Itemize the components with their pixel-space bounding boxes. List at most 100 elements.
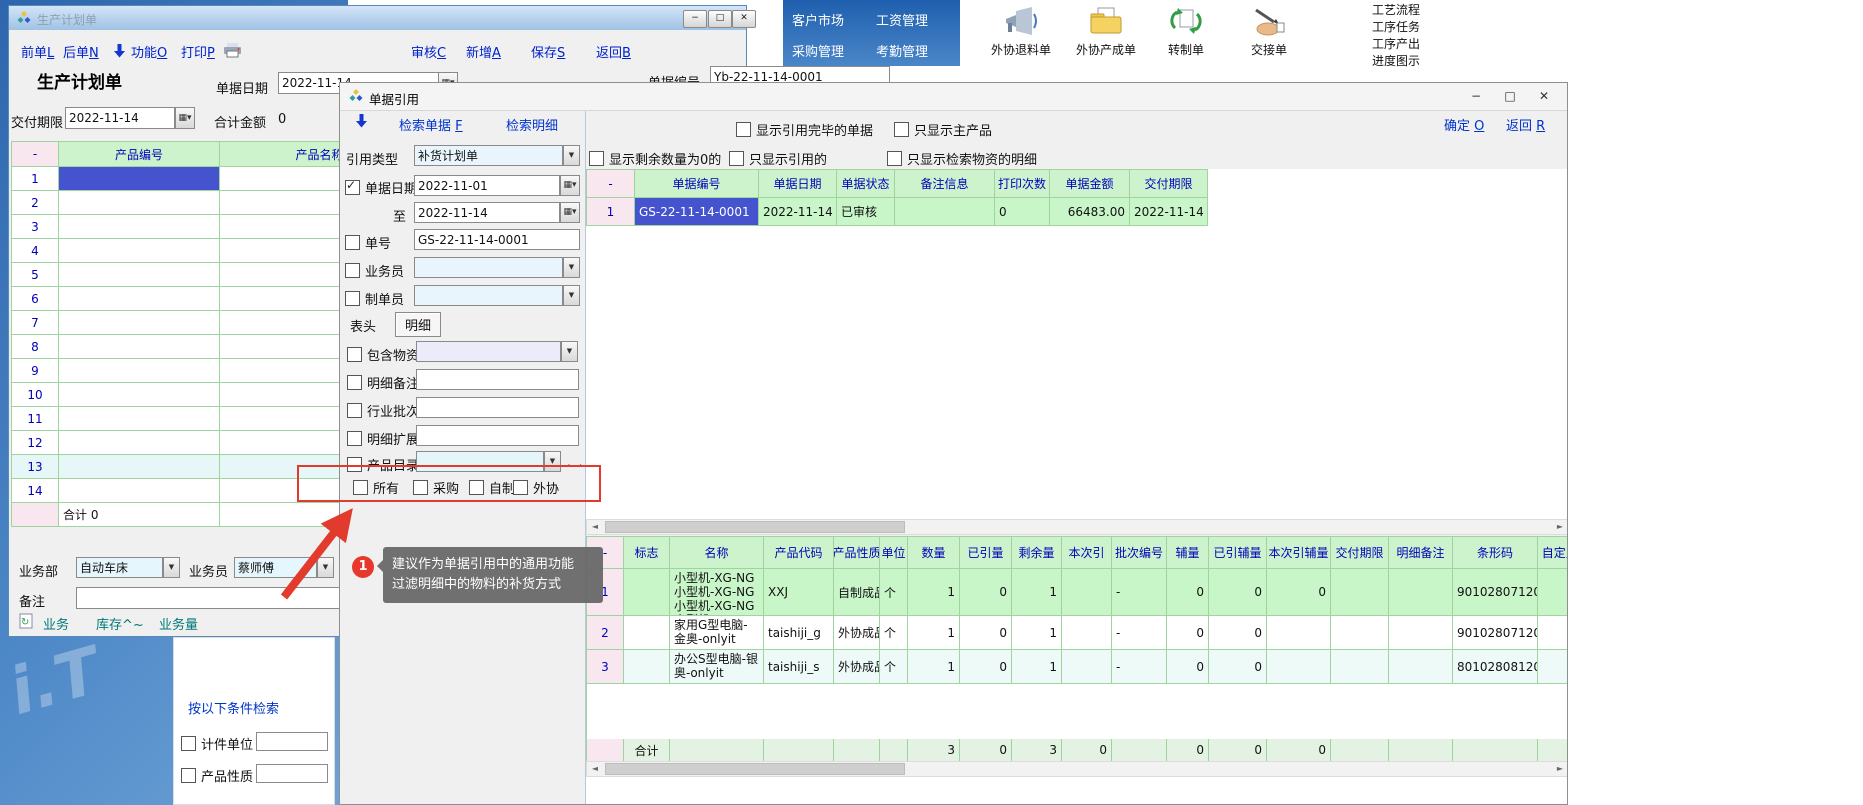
checkbox-box[interactable] bbox=[347, 347, 362, 362]
table-cell[interactable]: 个 bbox=[880, 650, 908, 684]
checkbox-only-searched-materials[interactable]: 只显示检索物资的明细 bbox=[887, 149, 1037, 168]
checkbox-only-referenced[interactable]: 只显示引用的 bbox=[729, 149, 827, 168]
table-cell[interactable]: 1 bbox=[908, 569, 960, 616]
table-cell[interactable] bbox=[1062, 569, 1112, 616]
scroll-left-icon[interactable]: ◄ bbox=[587, 762, 603, 776]
table-header-cell[interactable]: 产品性质 bbox=[834, 537, 880, 569]
table-header-cell[interactable]: 明细备注 bbox=[1389, 537, 1453, 569]
table-cell[interactable]: 个 bbox=[880, 569, 908, 616]
table-cell[interactable] bbox=[624, 650, 670, 684]
table-cell[interactable] bbox=[1389, 650, 1453, 684]
row-number-cell[interactable]: 10 bbox=[12, 383, 59, 407]
total-cell[interactable] bbox=[1331, 739, 1389, 762]
table-header-cell[interactable]: 单位 bbox=[880, 537, 908, 569]
calendar-icon[interactable]: ▦▾ bbox=[175, 107, 195, 129]
maker-filter-select[interactable] bbox=[414, 285, 563, 306]
table-cell[interactable] bbox=[1389, 616, 1453, 650]
table-cell[interactable]: 外协成品 bbox=[834, 616, 880, 650]
table-cell[interactable]: 1 bbox=[908, 616, 960, 650]
table-cell[interactable] bbox=[1538, 616, 1568, 650]
doc-no-filter-input[interactable]: GS-22-11-14-0001 bbox=[414, 229, 580, 250]
total-cell[interactable]: 0 bbox=[1209, 739, 1267, 762]
tab-header[interactable]: 表头 bbox=[350, 316, 376, 335]
checkbox-detail-remark[interactable]: 明细备注 bbox=[347, 373, 419, 392]
table-cell[interactable]: 0 bbox=[1209, 650, 1267, 684]
table-header-cell[interactable]: 已引量 bbox=[960, 537, 1012, 569]
details-hscrollbar[interactable]: ◄ ► bbox=[586, 761, 1568, 777]
product-nature-input[interactable] bbox=[256, 764, 328, 783]
checkbox-doc-no[interactable]: 单号 bbox=[345, 233, 391, 252]
table-header-cell[interactable]: 交付期限 bbox=[1331, 537, 1389, 569]
checkbox-piece-unit[interactable]: 计件单位 bbox=[181, 734, 253, 753]
checkbox-box[interactable] bbox=[181, 736, 196, 751]
total-cell[interactable] bbox=[1112, 739, 1167, 762]
table-cell[interactable]: 0 bbox=[1267, 569, 1331, 616]
table-cell[interactable]: 自制成品 bbox=[834, 569, 880, 616]
menu-attendance[interactable]: 考勤管理 bbox=[876, 41, 928, 60]
table-cell[interactable]: 0 bbox=[1167, 616, 1209, 650]
table-header-cell[interactable]: 剩余量 bbox=[1012, 537, 1062, 569]
chevron-down-icon[interactable]: ▼ bbox=[317, 557, 334, 578]
checkbox-box[interactable] bbox=[345, 180, 360, 195]
table-header-cell[interactable]: - bbox=[12, 142, 59, 167]
table-header-cell[interactable]: 已引辅量 bbox=[1209, 537, 1267, 569]
shortcut-transfer-order[interactable]: 转制单 bbox=[1151, 6, 1221, 58]
checkbox-box[interactable] bbox=[894, 122, 909, 137]
table-cell[interactable]: 1 bbox=[1012, 650, 1062, 684]
table-cell[interactable] bbox=[1062, 650, 1112, 684]
total-cell[interactable]: 0 bbox=[1167, 739, 1209, 762]
checkbox-box[interactable] bbox=[181, 768, 196, 783]
include-material-select[interactable] bbox=[416, 341, 561, 362]
table-header-row[interactable]: -单据编号单据日期单据状态备注信息打印次数单据金额交付期限 bbox=[587, 170, 1208, 198]
table-header-cell[interactable]: 自定义1 bbox=[1538, 537, 1568, 569]
row-number-cell[interactable]: 1 bbox=[587, 198, 635, 226]
checkbox-detail-extend[interactable]: 明细扩展 bbox=[347, 429, 419, 448]
product-code-cell[interactable] bbox=[59, 359, 220, 383]
table-cell[interactable]: 2022-11-14 bbox=[759, 198, 837, 226]
total-cell[interactable] bbox=[1538, 739, 1568, 762]
table-cell[interactable]: 0 bbox=[1209, 616, 1267, 650]
table-cell[interactable]: - bbox=[1112, 650, 1167, 684]
table-cell[interactable] bbox=[1331, 616, 1389, 650]
product-code-cell[interactable] bbox=[59, 191, 220, 215]
table-header-cell[interactable]: - bbox=[587, 170, 635, 198]
table-header-cell[interactable]: 本次引 bbox=[1062, 537, 1112, 569]
product-code-cell[interactable] bbox=[59, 167, 220, 191]
close-icon[interactable]: ✕ bbox=[732, 10, 756, 28]
save-button[interactable]: 保存S bbox=[531, 42, 565, 61]
table-cell[interactable]: taishiji_s bbox=[764, 650, 834, 684]
table-cell[interactable]: 0 bbox=[1167, 650, 1209, 684]
table-header-cell[interactable]: 产品编号 bbox=[59, 142, 220, 167]
table-cell[interactable]: 801028081200 bbox=[1453, 650, 1538, 684]
date-from-input[interactable]: 2022-11-01 bbox=[414, 175, 560, 196]
total-cell[interactable]: 0 bbox=[1267, 739, 1331, 762]
menu-process-task[interactable]: 工序任务 bbox=[1362, 19, 1472, 36]
scroll-right-icon[interactable]: ► bbox=[1552, 520, 1568, 534]
table-cell[interactable]: 0 bbox=[995, 198, 1050, 226]
next-doc-button[interactable]: 后单N bbox=[63, 42, 99, 61]
table-row[interactable]: 3办公S型电脑-银奥-onlyittaishiji_s外协成品个101-0080… bbox=[587, 650, 1568, 684]
checkbox-box[interactable] bbox=[347, 403, 362, 418]
total-cell[interactable]: 0 bbox=[1062, 739, 1112, 762]
checkbox-box[interactable] bbox=[887, 151, 902, 166]
checkbox-box[interactable] bbox=[347, 375, 362, 390]
product-code-cell[interactable] bbox=[59, 335, 220, 359]
table-cell[interactable]: XXJ bbox=[764, 569, 834, 616]
table-cell[interactable]: 901028071200 bbox=[1453, 569, 1538, 616]
audit-button[interactable]: 审核C bbox=[411, 42, 446, 61]
table-cell[interactable]: 1 bbox=[1012, 569, 1062, 616]
menu-salary[interactable]: 工资管理 bbox=[876, 10, 928, 29]
calendar-icon[interactable]: ▦▾ bbox=[560, 202, 580, 223]
table-header-cell[interactable]: 备注信息 bbox=[895, 170, 995, 198]
salesman-select[interactable]: 蔡师傅 bbox=[234, 557, 317, 578]
product-code-cell[interactable] bbox=[59, 263, 220, 287]
row-number-cell[interactable]: 3 bbox=[12, 215, 59, 239]
shortcut-handover-order[interactable]: 交接单 bbox=[1234, 6, 1304, 58]
table-cell[interactable] bbox=[1331, 569, 1389, 616]
table-header-cell[interactable]: 产品代码 bbox=[764, 537, 834, 569]
checkbox-industry-batch[interactable]: 行业批次 bbox=[347, 401, 419, 420]
table-header-cell[interactable]: 单据状态 bbox=[837, 170, 895, 198]
table-cell[interactable]: - bbox=[1112, 569, 1167, 616]
ok-button[interactable]: 确定 O bbox=[1444, 115, 1484, 134]
maximize-icon[interactable]: □ bbox=[708, 10, 732, 28]
